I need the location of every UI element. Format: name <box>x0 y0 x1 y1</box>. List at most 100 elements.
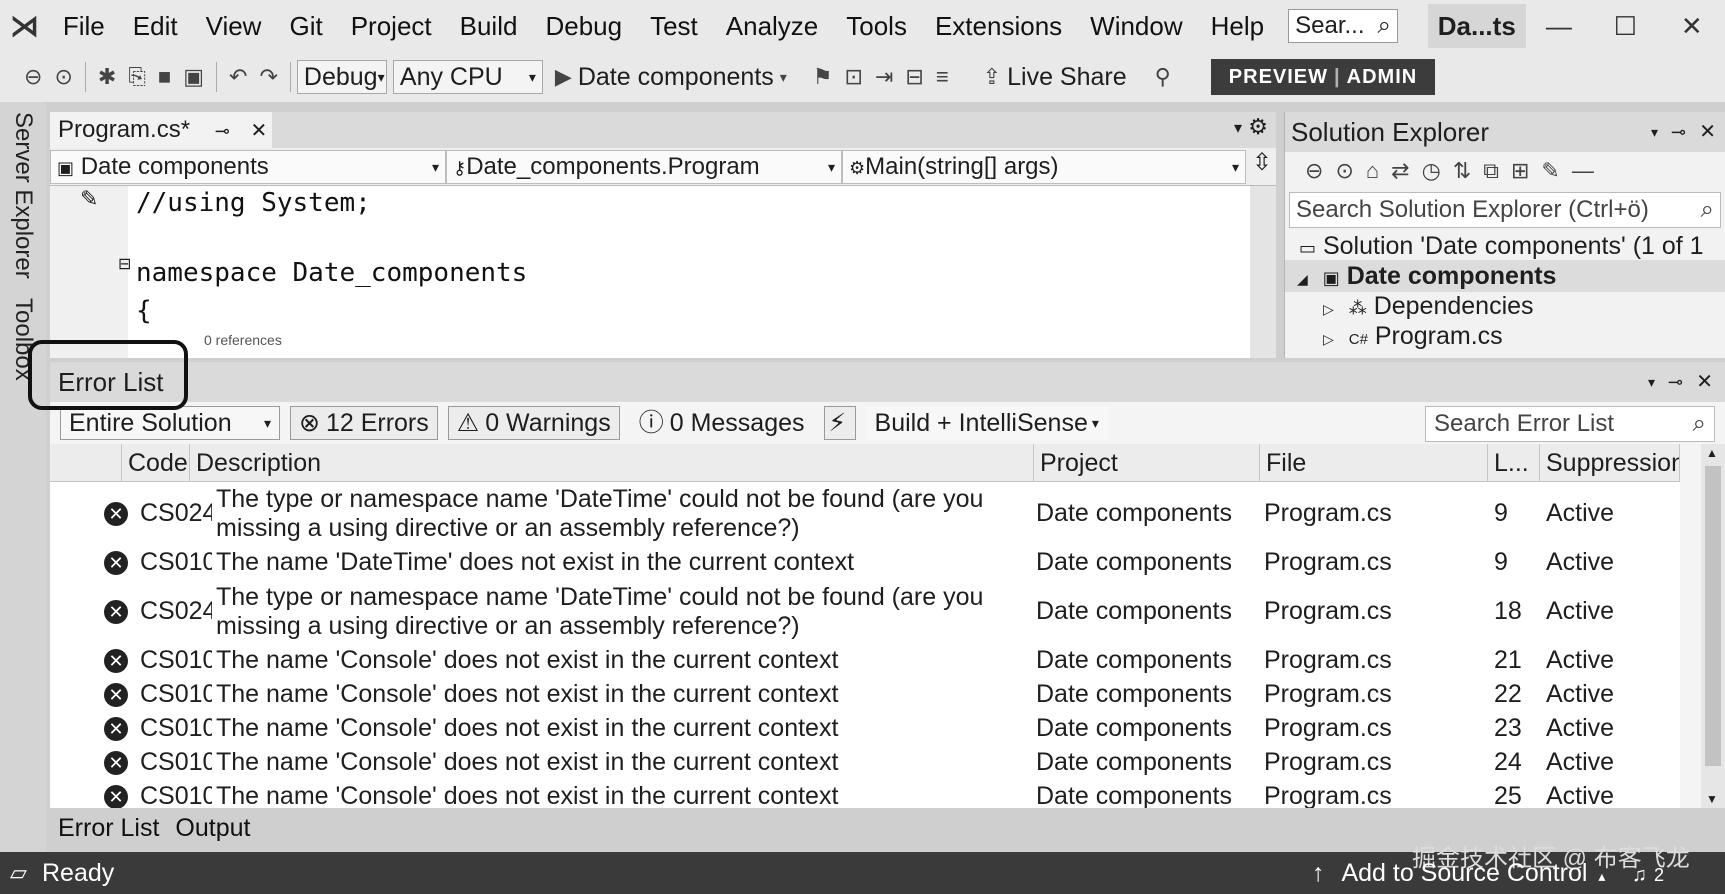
pin-icon[interactable]: ⊸ <box>1671 112 1686 152</box>
scope-select[interactable]: Entire Solution ▾ <box>60 406 280 440</box>
back-icon[interactable]: ⊖ <box>1299 158 1329 184</box>
menu-build[interactable]: Build <box>446 0 532 52</box>
menu-help[interactable]: Help <box>1197 0 1278 52</box>
home-icon[interactable]: ⌂ <box>1360 158 1385 184</box>
minimize-button[interactable]: — <box>1526 11 1592 42</box>
maximize-button[interactable]: ☐ <box>1592 11 1658 42</box>
table-row[interactable]: ✕ CS0103 The name 'Console' does not exi… <box>50 712 1680 746</box>
screenshot-icon[interactable]: ⊡ <box>839 64 869 90</box>
column-header-icon[interactable] <box>50 444 122 482</box>
close-tab-icon[interactable]: ✕ <box>250 120 267 142</box>
collapse-namespace-icon[interactable]: ⊟ <box>118 254 131 274</box>
configuration-select[interactable]: Debug ▾ <box>296 60 387 94</box>
menu-tools[interactable]: Tools <box>832 0 921 52</box>
errors-filter-button[interactable]: ⊗ 12 Errors <box>290 406 438 440</box>
table-row[interactable]: ✕ CS0103 The name 'Console' does not exi… <box>50 780 1680 808</box>
pin-icon[interactable]: ⊸ <box>215 121 230 141</box>
close-button[interactable]: ✕ <box>1659 11 1725 42</box>
chevron-down-icon[interactable]: ▾ <box>1651 112 1658 152</box>
start-debugging-icon[interactable]: ▶ <box>549 64 578 90</box>
menu-git[interactable]: Git <box>275 0 336 52</box>
collapse-all-icon[interactable]: ⧉ <box>1477 158 1505 184</box>
menu-edit[interactable]: Edit <box>119 0 192 52</box>
switch-views-icon[interactable]: ⇄ <box>1385 158 1415 184</box>
redo-icon[interactable]: ↷ <box>253 64 283 90</box>
forward-icon[interactable]: ⊙ <box>1329 158 1359 184</box>
menu-window[interactable]: Window <box>1076 0 1196 52</box>
gear-icon[interactable]: ⚙ <box>1248 114 1268 140</box>
collapsed-arrow-icon[interactable]: ▷ <box>1323 331 1334 347</box>
new-project-icon[interactable]: ✱ <box>92 64 122 90</box>
properties-icon[interactable]: ✎ <box>1535 158 1565 184</box>
source-control-button[interactable]: ↑ Add to Source Control ▴ <box>1312 852 1605 894</box>
messages-filter-button[interactable]: ⓘ 0 Messages <box>630 406 814 440</box>
chevron-down-icon[interactable]: ▾ <box>1648 362 1655 402</box>
share-icon[interactable]: ⇪ <box>977 64 1007 90</box>
filter-icon[interactable]: ⚡ <box>823 406 856 440</box>
code-editor[interactable]: ✎ ⊟ //using System; namespace Date_compo… <box>50 186 1276 358</box>
menu-extensions[interactable]: Extensions <box>921 0 1076 52</box>
sync-icon[interactable]: ⇅ <box>1447 158 1477 184</box>
codelens-references[interactable]: 0 references <box>204 332 282 348</box>
undo-icon[interactable]: ↶ <box>223 64 253 90</box>
pin-icon[interactable]: ⊸ <box>1668 362 1683 402</box>
source-select[interactable]: Build + IntelliSense ▾ <box>865 406 1108 440</box>
platform-select[interactable]: Any CPU ▾ <box>392 60 543 94</box>
close-icon[interactable]: ✕ <box>1696 362 1713 402</box>
preview-icon[interactable]: — <box>1566 158 1600 184</box>
column-header-code[interactable]: Code <box>122 444 190 482</box>
error-list-scrollbar[interactable]: ▲ ▼ <box>1701 444 1725 808</box>
split-editor-icon[interactable]: ⇳ <box>1246 148 1272 185</box>
run-target-button[interactable]: Date components <box>578 63 774 92</box>
search-input[interactable]: Sear... ⌕ <box>1288 9 1398 43</box>
menu-analyze[interactable]: Analyze <box>712 0 833 52</box>
notifications-button[interactable]: ♫ 2 <box>1632 852 1664 894</box>
column-header-line[interactable]: L... <box>1488 444 1540 482</box>
error-list-search-input[interactable]: Search Error List ⌕ <box>1425 406 1715 442</box>
class-nav-select[interactable]: ⚷Date_components.Program ▾ <box>446 150 842 184</box>
diagnostics-icon[interactable]: ⚑ <box>807 64 839 90</box>
feedback-icon[interactable]: ⚲ <box>1149 64 1177 90</box>
menu-view[interactable]: View <box>192 0 276 52</box>
table-row[interactable]: ✕ CS0103 The name 'DateTime' does not ex… <box>50 546 1680 580</box>
tree-item-program-cs[interactable]: ▷ C# Program.cs <box>1285 320 1725 352</box>
project-nav-select[interactable]: ▣ Date components ▾ <box>50 150 446 184</box>
tab-program-cs[interactable]: Program.cs* ⊸ ✕ <box>50 112 272 148</box>
solution-search-input[interactable]: Search Solution Explorer (Ctrl+ö) ⌕ <box>1289 192 1721 228</box>
chevron-down-icon[interactable]: ▾ <box>1234 118 1242 138</box>
forward-icon[interactable]: ⊙ <box>48 64 78 90</box>
save-icon[interactable]: ■ <box>152 64 177 90</box>
editor-scrollbar[interactable] <box>1250 186 1276 358</box>
member-nav-select[interactable]: ⚙Main(string[] args) ▾ <box>842 150 1246 184</box>
chevron-down-icon[interactable]: ▾ <box>774 69 793 86</box>
tree-item-solution[interactable]: ▭ Solution 'Date components' (1 of 1 <box>1285 230 1725 262</box>
menu-project[interactable]: Project <box>337 0 446 52</box>
menu-debug[interactable]: Debug <box>531 0 636 52</box>
step-icon[interactable]: ⇥ <box>869 64 899 90</box>
tree-item-dependencies[interactable]: ▷ ⁂ Dependencies <box>1285 290 1725 322</box>
comment-icon[interactable]: ≡ <box>930 64 955 90</box>
server-explorer-tab[interactable]: Server Explorer <box>9 112 37 279</box>
column-header-project[interactable]: Project <box>1034 444 1260 482</box>
menu-test[interactable]: Test <box>636 0 712 52</box>
show-all-files-icon[interactable]: ⊞ <box>1505 158 1535 184</box>
column-header-file[interactable]: File <box>1260 444 1488 482</box>
warnings-filter-button[interactable]: ⚠ 0 Warnings <box>447 406 620 440</box>
close-icon[interactable]: ✕ <box>1699 112 1716 152</box>
column-header-suppression[interactable]: Suppression... <box>1540 444 1680 482</box>
scroll-up-icon[interactable]: ▲ <box>1706 446 1718 460</box>
scroll-thumb[interactable] <box>1705 466 1721 766</box>
column-header-description[interactable]: Description <box>190 444 1034 482</box>
table-row[interactable]: ✕ CS0103 The name 'Console' does not exi… <box>50 644 1680 678</box>
bookmark-icon[interactable]: ⊟ <box>899 64 929 90</box>
tab-error-list[interactable]: Error List <box>50 808 167 852</box>
pending-changes-icon[interactable]: ◷ <box>1416 158 1447 184</box>
collapsed-arrow-icon[interactable]: ▷ <box>1323 301 1334 317</box>
live-share-button[interactable]: Live Share <box>1007 63 1127 92</box>
expanded-arrow-icon[interactable]: ◢ <box>1297 271 1308 287</box>
tab-output[interactable]: Output <box>167 808 258 852</box>
save-all-icon[interactable]: ▣ <box>177 64 210 90</box>
scroll-down-icon[interactable]: ▼ <box>1706 792 1718 806</box>
tree-item-project[interactable]: ◢ ▣ Date components <box>1285 260 1725 292</box>
table-row[interactable]: ✕ CS0246 The type or namespace name 'Dat… <box>50 482 1680 546</box>
